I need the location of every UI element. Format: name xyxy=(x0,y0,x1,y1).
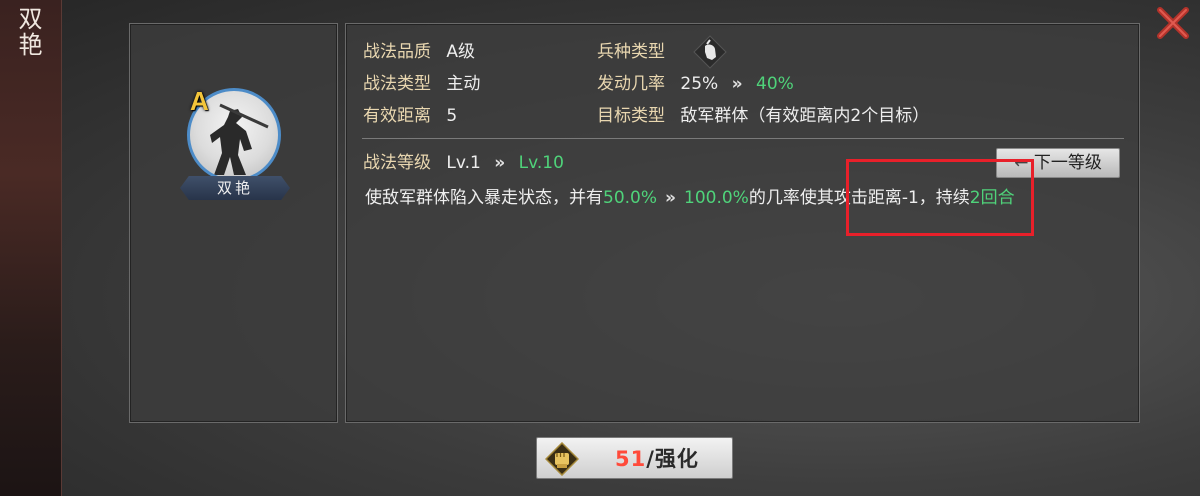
next-level-label: 下一等级 xyxy=(1033,153,1102,173)
enhance-text: /强化 xyxy=(646,447,699,471)
troop-type-icon xyxy=(692,34,728,70)
troop-type-label: 兵种类型 xyxy=(597,42,665,62)
highlight-annotation-box xyxy=(846,159,1034,236)
side-strip: 双艳 xyxy=(0,0,62,496)
rate-row: 发动几率 25% » 40% xyxy=(597,72,794,96)
type-label: 战法类型 xyxy=(363,74,431,94)
level-to: Lv.10 xyxy=(518,153,564,173)
quality-row: 战法品质 A级 xyxy=(363,40,475,64)
close-button[interactable] xyxy=(1156,6,1190,40)
level-label: 战法等级 xyxy=(363,153,431,173)
type-value: 主动 xyxy=(446,74,481,94)
rate-to: 40% xyxy=(756,74,794,94)
grade-badge: A xyxy=(190,86,209,116)
level-arrows: » xyxy=(494,153,506,173)
general-name-plate: 双艳 xyxy=(180,176,290,200)
quality-label: 战法品质 xyxy=(363,42,431,62)
troop-type-row: 兵种类型 xyxy=(597,40,665,64)
range-row: 有效距离 5 xyxy=(363,104,457,128)
side-title: 双艳 xyxy=(14,6,42,58)
fist-icon xyxy=(544,441,580,477)
rate-label: 发动几率 xyxy=(597,74,665,94)
type-row: 战法类型 主动 xyxy=(363,72,480,96)
level-from: Lv.1 xyxy=(446,153,481,173)
range-value: 5 xyxy=(446,106,458,126)
level-row: 战法等级 Lv.1 » Lv.10 xyxy=(363,151,564,175)
desc-arrows: » xyxy=(665,188,676,208)
target-value: 敌军群体（有效距离内2个目标） xyxy=(680,106,930,126)
enhance-count: 51 xyxy=(615,447,647,471)
rate-arrows: » xyxy=(731,74,743,94)
card-panel xyxy=(129,23,338,423)
target-row: 目标类型 敌军群体（有效距离内2个目标） xyxy=(597,104,929,128)
enhance-button[interactable]: 51/强化 xyxy=(536,437,733,479)
desc-part1: 使敌军群体陷入暴走状态，并有 xyxy=(365,188,603,208)
desc-prob-from: 50.0% xyxy=(603,188,658,208)
close-x-icon xyxy=(1157,7,1189,39)
range-label: 有效距离 xyxy=(363,106,431,126)
desc-prob-to: 100.0% xyxy=(684,188,749,208)
divider xyxy=(362,138,1124,139)
target-label: 目标类型 xyxy=(597,106,665,126)
rate-from: 25% xyxy=(680,74,719,94)
quality-value: A级 xyxy=(446,42,476,62)
enhance-label: 51/强化 xyxy=(615,438,699,480)
